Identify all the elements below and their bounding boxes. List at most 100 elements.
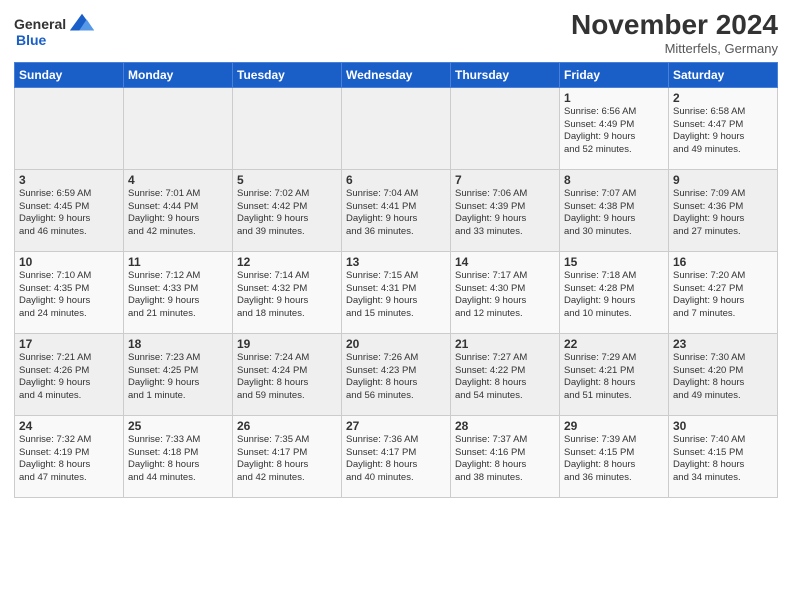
table-cell: 6Sunrise: 7:04 AMSunset: 4:41 PMDaylight… bbox=[342, 169, 451, 251]
day-number: 9 bbox=[673, 173, 773, 187]
logo-blue-text: Blue bbox=[16, 32, 46, 49]
day-number: 22 bbox=[564, 337, 664, 351]
table-cell: 4Sunrise: 7:01 AMSunset: 4:44 PMDaylight… bbox=[124, 169, 233, 251]
day-info: Sunrise: 7:04 AMSunset: 4:41 PMDaylight:… bbox=[346, 188, 446, 239]
week-row-2: 3Sunrise: 6:59 AMSunset: 4:45 PMDaylight… bbox=[15, 169, 778, 251]
table-cell bbox=[15, 87, 124, 169]
day-info: Sunrise: 7:07 AMSunset: 4:38 PMDaylight:… bbox=[564, 188, 664, 239]
logo-icon bbox=[68, 10, 96, 38]
day-number: 6 bbox=[346, 173, 446, 187]
day-info: Sunrise: 7:15 AMSunset: 4:31 PMDaylight:… bbox=[346, 270, 446, 321]
day-number: 27 bbox=[346, 419, 446, 433]
table-cell bbox=[233, 87, 342, 169]
table-cell: 17Sunrise: 7:21 AMSunset: 4:26 PMDayligh… bbox=[15, 333, 124, 415]
logo-general-text: General bbox=[14, 16, 66, 33]
table-cell: 25Sunrise: 7:33 AMSunset: 4:18 PMDayligh… bbox=[124, 415, 233, 497]
day-info: Sunrise: 7:12 AMSunset: 4:33 PMDaylight:… bbox=[128, 270, 228, 321]
day-number: 1 bbox=[564, 91, 664, 105]
month-title: November 2024 bbox=[571, 10, 778, 41]
table-cell: 26Sunrise: 7:35 AMSunset: 4:17 PMDayligh… bbox=[233, 415, 342, 497]
table-cell: 3Sunrise: 6:59 AMSunset: 4:45 PMDaylight… bbox=[15, 169, 124, 251]
day-info: Sunrise: 7:30 AMSunset: 4:20 PMDaylight:… bbox=[673, 352, 773, 403]
day-number: 30 bbox=[673, 419, 773, 433]
day-info: Sunrise: 7:37 AMSunset: 4:16 PMDaylight:… bbox=[455, 434, 555, 485]
header-monday: Monday bbox=[124, 62, 233, 87]
day-info: Sunrise: 7:20 AMSunset: 4:27 PMDaylight:… bbox=[673, 270, 773, 321]
table-cell: 22Sunrise: 7:29 AMSunset: 4:21 PMDayligh… bbox=[560, 333, 669, 415]
day-info: Sunrise: 7:39 AMSunset: 4:15 PMDaylight:… bbox=[564, 434, 664, 485]
table-cell bbox=[451, 87, 560, 169]
day-number: 26 bbox=[237, 419, 337, 433]
table-cell: 16Sunrise: 7:20 AMSunset: 4:27 PMDayligh… bbox=[669, 251, 778, 333]
day-info: Sunrise: 7:32 AMSunset: 4:19 PMDaylight:… bbox=[19, 434, 119, 485]
day-info: Sunrise: 7:02 AMSunset: 4:42 PMDaylight:… bbox=[237, 188, 337, 239]
day-number: 13 bbox=[346, 255, 446, 269]
day-info: Sunrise: 7:33 AMSunset: 4:18 PMDaylight:… bbox=[128, 434, 228, 485]
table-cell: 12Sunrise: 7:14 AMSunset: 4:32 PMDayligh… bbox=[233, 251, 342, 333]
table-cell: 7Sunrise: 7:06 AMSunset: 4:39 PMDaylight… bbox=[451, 169, 560, 251]
day-number: 8 bbox=[564, 173, 664, 187]
table-cell: 9Sunrise: 7:09 AMSunset: 4:36 PMDaylight… bbox=[669, 169, 778, 251]
header-friday: Friday bbox=[560, 62, 669, 87]
header-wednesday: Wednesday bbox=[342, 62, 451, 87]
table-cell: 15Sunrise: 7:18 AMSunset: 4:28 PMDayligh… bbox=[560, 251, 669, 333]
table-cell: 23Sunrise: 7:30 AMSunset: 4:20 PMDayligh… bbox=[669, 333, 778, 415]
day-number: 4 bbox=[128, 173, 228, 187]
day-info: Sunrise: 7:14 AMSunset: 4:32 PMDaylight:… bbox=[237, 270, 337, 321]
table-cell: 29Sunrise: 7:39 AMSunset: 4:15 PMDayligh… bbox=[560, 415, 669, 497]
day-number: 7 bbox=[455, 173, 555, 187]
table-cell: 11Sunrise: 7:12 AMSunset: 4:33 PMDayligh… bbox=[124, 251, 233, 333]
table-cell: 20Sunrise: 7:26 AMSunset: 4:23 PMDayligh… bbox=[342, 333, 451, 415]
day-number: 28 bbox=[455, 419, 555, 433]
day-number: 20 bbox=[346, 337, 446, 351]
day-number: 29 bbox=[564, 419, 664, 433]
day-number: 25 bbox=[128, 419, 228, 433]
day-number: 14 bbox=[455, 255, 555, 269]
day-number: 15 bbox=[564, 255, 664, 269]
day-number: 11 bbox=[128, 255, 228, 269]
location: Mitterfels, Germany bbox=[571, 41, 778, 56]
table-cell: 19Sunrise: 7:24 AMSunset: 4:24 PMDayligh… bbox=[233, 333, 342, 415]
day-info: Sunrise: 7:09 AMSunset: 4:36 PMDaylight:… bbox=[673, 188, 773, 239]
logo: General Blue bbox=[14, 10, 96, 49]
weekday-header-row: Sunday Monday Tuesday Wednesday Thursday… bbox=[15, 62, 778, 87]
day-info: Sunrise: 7:01 AMSunset: 4:44 PMDaylight:… bbox=[128, 188, 228, 239]
day-info: Sunrise: 7:17 AMSunset: 4:30 PMDaylight:… bbox=[455, 270, 555, 321]
table-cell: 10Sunrise: 7:10 AMSunset: 4:35 PMDayligh… bbox=[15, 251, 124, 333]
week-row-5: 24Sunrise: 7:32 AMSunset: 4:19 PMDayligh… bbox=[15, 415, 778, 497]
day-number: 3 bbox=[19, 173, 119, 187]
day-number: 21 bbox=[455, 337, 555, 351]
table-cell: 8Sunrise: 7:07 AMSunset: 4:38 PMDaylight… bbox=[560, 169, 669, 251]
day-info: Sunrise: 7:35 AMSunset: 4:17 PMDaylight:… bbox=[237, 434, 337, 485]
week-row-3: 10Sunrise: 7:10 AMSunset: 4:35 PMDayligh… bbox=[15, 251, 778, 333]
table-cell: 30Sunrise: 7:40 AMSunset: 4:15 PMDayligh… bbox=[669, 415, 778, 497]
table-cell: 14Sunrise: 7:17 AMSunset: 4:30 PMDayligh… bbox=[451, 251, 560, 333]
day-info: Sunrise: 7:40 AMSunset: 4:15 PMDaylight:… bbox=[673, 434, 773, 485]
table-cell bbox=[342, 87, 451, 169]
table-cell: 28Sunrise: 7:37 AMSunset: 4:16 PMDayligh… bbox=[451, 415, 560, 497]
header-sunday: Sunday bbox=[15, 62, 124, 87]
table-cell bbox=[124, 87, 233, 169]
day-info: Sunrise: 7:10 AMSunset: 4:35 PMDaylight:… bbox=[19, 270, 119, 321]
day-info: Sunrise: 6:58 AMSunset: 4:47 PMDaylight:… bbox=[673, 106, 773, 157]
table-cell: 5Sunrise: 7:02 AMSunset: 4:42 PMDaylight… bbox=[233, 169, 342, 251]
day-number: 5 bbox=[237, 173, 337, 187]
title-block: November 2024 Mitterfels, Germany bbox=[571, 10, 778, 56]
header-thursday: Thursday bbox=[451, 62, 560, 87]
day-number: 19 bbox=[237, 337, 337, 351]
table-cell: 2Sunrise: 6:58 AMSunset: 4:47 PMDaylight… bbox=[669, 87, 778, 169]
day-number: 18 bbox=[128, 337, 228, 351]
day-number: 23 bbox=[673, 337, 773, 351]
day-info: Sunrise: 7:26 AMSunset: 4:23 PMDaylight:… bbox=[346, 352, 446, 403]
table-cell: 24Sunrise: 7:32 AMSunset: 4:19 PMDayligh… bbox=[15, 415, 124, 497]
header-tuesday: Tuesday bbox=[233, 62, 342, 87]
day-info: Sunrise: 7:21 AMSunset: 4:26 PMDaylight:… bbox=[19, 352, 119, 403]
day-number: 17 bbox=[19, 337, 119, 351]
table-cell: 27Sunrise: 7:36 AMSunset: 4:17 PMDayligh… bbox=[342, 415, 451, 497]
day-info: Sunrise: 7:06 AMSunset: 4:39 PMDaylight:… bbox=[455, 188, 555, 239]
week-row-4: 17Sunrise: 7:21 AMSunset: 4:26 PMDayligh… bbox=[15, 333, 778, 415]
day-number: 16 bbox=[673, 255, 773, 269]
day-info: Sunrise: 7:23 AMSunset: 4:25 PMDaylight:… bbox=[128, 352, 228, 403]
day-info: Sunrise: 7:29 AMSunset: 4:21 PMDaylight:… bbox=[564, 352, 664, 403]
header-saturday: Saturday bbox=[669, 62, 778, 87]
